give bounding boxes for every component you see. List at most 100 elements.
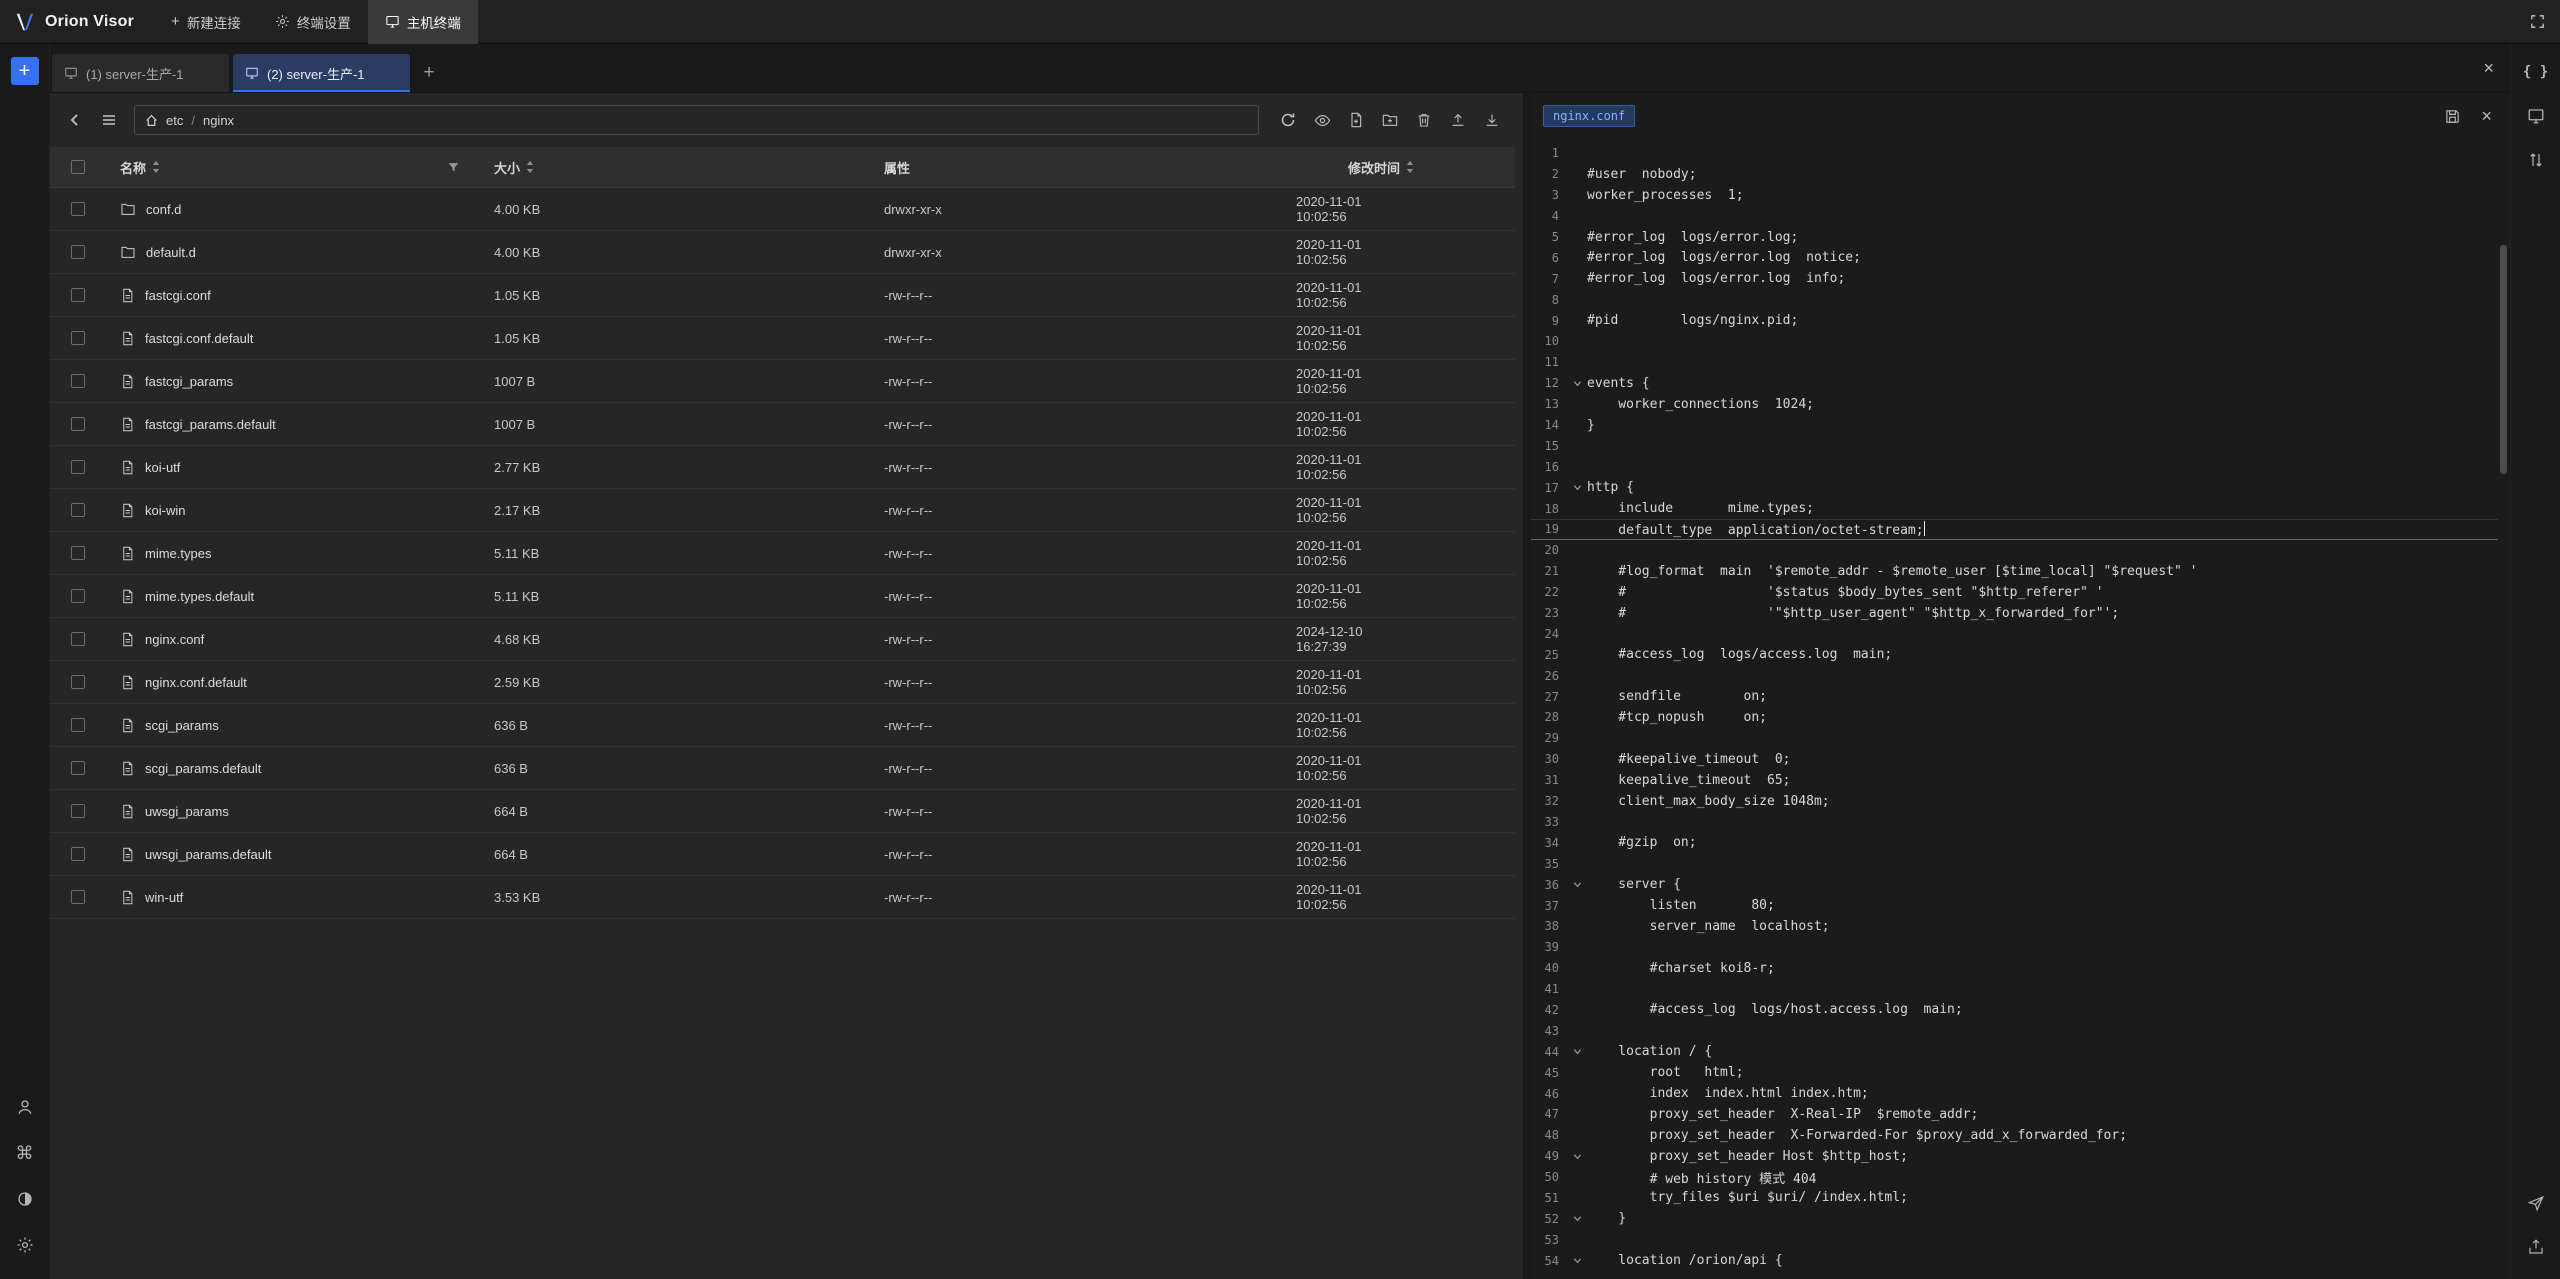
- nav-terminal-settings[interactable]: 终端设置: [258, 0, 368, 44]
- table-row[interactable]: conf.d 4.00 KB drwxr-xr-x 2020-11-01 10:…: [50, 188, 1515, 231]
- code-editor[interactable]: 1 2 #user nobody; 3 worker_processes 1; …: [1531, 143, 2498, 1279]
- sort-icon[interactable]: [151, 160, 161, 174]
- table-row[interactable]: fastcgi_params.default 1007 B -rw-r--r--…: [50, 403, 1515, 446]
- code-line[interactable]: 54 location /orion/api {: [1531, 1250, 2498, 1271]
- new-tab-button[interactable]: +: [412, 54, 446, 92]
- file-name[interactable]: scgi_params.default: [145, 761, 261, 776]
- code-line[interactable]: 36 server {: [1531, 874, 2498, 895]
- row-checkbox[interactable]: [71, 675, 85, 689]
- user-icon[interactable]: [8, 1091, 42, 1123]
- code-line[interactable]: 46 index index.html index.htm;: [1531, 1083, 2498, 1104]
- fold-icon[interactable]: [1567, 1213, 1587, 1224]
- table-row[interactable]: uwsgi_params.default 664 B -rw-r--r-- 20…: [50, 833, 1515, 876]
- table-row[interactable]: koi-utf 2.77 KB -rw-r--r-- 2020-11-01 10…: [50, 446, 1515, 489]
- code-line[interactable]: 15: [1531, 435, 2498, 456]
- command-icon[interactable]: ⌘: [8, 1137, 42, 1169]
- fold-icon[interactable]: [1567, 879, 1587, 890]
- upload-icon[interactable]: [1443, 105, 1473, 135]
- code-line[interactable]: 53: [1531, 1229, 2498, 1250]
- file-name[interactable]: mime.types: [145, 546, 211, 561]
- row-checkbox[interactable]: [71, 847, 85, 861]
- file-name[interactable]: scgi_params: [145, 718, 219, 733]
- path-breadcrumb[interactable]: etc / nginx: [134, 105, 1259, 135]
- code-line[interactable]: 6 #error_log logs/error.log notice;: [1531, 247, 2498, 268]
- new-file-icon[interactable]: [1341, 105, 1371, 135]
- settings-icon[interactable]: [8, 1229, 42, 1261]
- code-line[interactable]: 39: [1531, 937, 2498, 958]
- code-line[interactable]: 52 }: [1531, 1208, 2498, 1229]
- row-checkbox[interactable]: [71, 202, 85, 216]
- row-checkbox[interactable]: [71, 718, 85, 732]
- row-checkbox[interactable]: [71, 331, 85, 345]
- code-line[interactable]: 2 #user nobody;: [1531, 164, 2498, 185]
- export-icon[interactable]: [2519, 1231, 2553, 1263]
- close-panel-icon[interactable]: ×: [2483, 59, 2494, 77]
- code-line[interactable]: 9 #pid logs/nginx.pid;: [1531, 310, 2498, 331]
- code-line[interactable]: 29: [1531, 728, 2498, 749]
- code-line[interactable]: 24: [1531, 623, 2498, 644]
- column-name[interactable]: 名称: [120, 158, 146, 177]
- row-checkbox[interactable]: [71, 890, 85, 904]
- table-row[interactable]: fastcgi_params 1007 B -rw-r--r-- 2020-11…: [50, 360, 1515, 403]
- preview-eye-icon[interactable]: [1307, 105, 1337, 135]
- row-checkbox[interactable]: [71, 804, 85, 818]
- row-checkbox[interactable]: [71, 761, 85, 775]
- code-line[interactable]: 7 #error_log logs/error.log info;: [1531, 268, 2498, 289]
- code-line[interactable]: 10: [1531, 331, 2498, 352]
- sort-icon[interactable]: [1405, 160, 1415, 174]
- code-line[interactable]: 34 #gzip on;: [1531, 832, 2498, 853]
- file-name[interactable]: uwsgi_params.default: [145, 847, 271, 862]
- fold-icon[interactable]: [1567, 482, 1587, 493]
- code-line[interactable]: 31 keepalive_timeout 65;: [1531, 770, 2498, 791]
- file-name[interactable]: fastcgi.conf.default: [145, 331, 253, 346]
- tab-server-1[interactable]: (1) server-生产-1: [52, 54, 229, 92]
- fold-icon[interactable]: [1567, 1255, 1587, 1266]
- file-name[interactable]: koi-win: [145, 503, 185, 518]
- fullscreen-icon[interactable]: [2514, 0, 2560, 44]
- code-line[interactable]: 30 #keepalive_timeout 0;: [1531, 749, 2498, 770]
- code-line[interactable]: 11: [1531, 352, 2498, 373]
- file-name[interactable]: fastcgi_params.default: [145, 417, 276, 432]
- list-icon[interactable]: [94, 105, 124, 135]
- nav-host-terminal[interactable]: 主机终端: [368, 0, 478, 44]
- code-line[interactable]: 5 #error_log logs/error.log;: [1531, 227, 2498, 248]
- table-row[interactable]: fastcgi.conf 1.05 KB -rw-r--r-- 2020-11-…: [50, 274, 1515, 317]
- download-icon[interactable]: [1477, 105, 1507, 135]
- table-row[interactable]: nginx.conf 4.68 KB -rw-r--r-- 2024-12-10…: [50, 618, 1515, 661]
- code-line[interactable]: 21 #log_format main '$remote_addr - $rem…: [1531, 561, 2498, 582]
- code-line[interactable]: 25 #access_log logs/access.log main;: [1531, 644, 2498, 665]
- fold-icon[interactable]: [1567, 1046, 1587, 1057]
- code-line[interactable]: 41: [1531, 979, 2498, 1000]
- code-line[interactable]: 19 default_type application/octet-stream…: [1531, 519, 2498, 540]
- code-line[interactable]: 17 http {: [1531, 477, 2498, 498]
- sort-icon[interactable]: [525, 160, 535, 174]
- row-checkbox[interactable]: [71, 245, 85, 259]
- code-line[interactable]: 14 }: [1531, 415, 2498, 436]
- code-line[interactable]: 4: [1531, 206, 2498, 227]
- code-line[interactable]: 48 proxy_set_header X-Forwarded-For $pro…: [1531, 1125, 2498, 1146]
- code-line[interactable]: 38 server_name localhost;: [1531, 916, 2498, 937]
- fold-icon[interactable]: [1567, 1151, 1587, 1162]
- code-line[interactable]: 37 listen 80;: [1531, 895, 2498, 916]
- file-name[interactable]: fastcgi.conf: [145, 288, 211, 303]
- file-name[interactable]: nginx.conf: [145, 632, 204, 647]
- breadcrumb-segment[interactable]: etc: [166, 113, 183, 128]
- table-row[interactable]: uwsgi_params 664 B -rw-r--r-- 2020-11-01…: [50, 790, 1515, 833]
- table-row[interactable]: mime.types.default 5.11 KB -rw-r--r-- 20…: [50, 575, 1515, 618]
- code-line[interactable]: 18 include mime.types;: [1531, 498, 2498, 519]
- row-checkbox[interactable]: [71, 546, 85, 560]
- row-checkbox[interactable]: [71, 288, 85, 302]
- code-line[interactable]: 50 # web history 模式 404: [1531, 1167, 2498, 1188]
- code-line[interactable]: 51 try_files $uri $uri/ /index.html;: [1531, 1188, 2498, 1209]
- swap-icon[interactable]: [2519, 144, 2553, 176]
- file-name[interactable]: default.d: [146, 245, 196, 260]
- code-line[interactable]: 23 # '"$http_user_agent" "$http_x_forwar…: [1531, 603, 2498, 624]
- row-checkbox[interactable]: [71, 460, 85, 474]
- file-name[interactable]: fastcgi_params: [145, 374, 233, 389]
- row-checkbox[interactable]: [71, 589, 85, 603]
- code-line[interactable]: 32 client_max_body_size 1048m;: [1531, 791, 2498, 812]
- code-line[interactable]: 44 location / {: [1531, 1041, 2498, 1062]
- table-row[interactable]: scgi_params.default 636 B -rw-r--r-- 202…: [50, 747, 1515, 790]
- send-icon[interactable]: [2519, 1187, 2553, 1219]
- home-icon[interactable]: [145, 114, 158, 127]
